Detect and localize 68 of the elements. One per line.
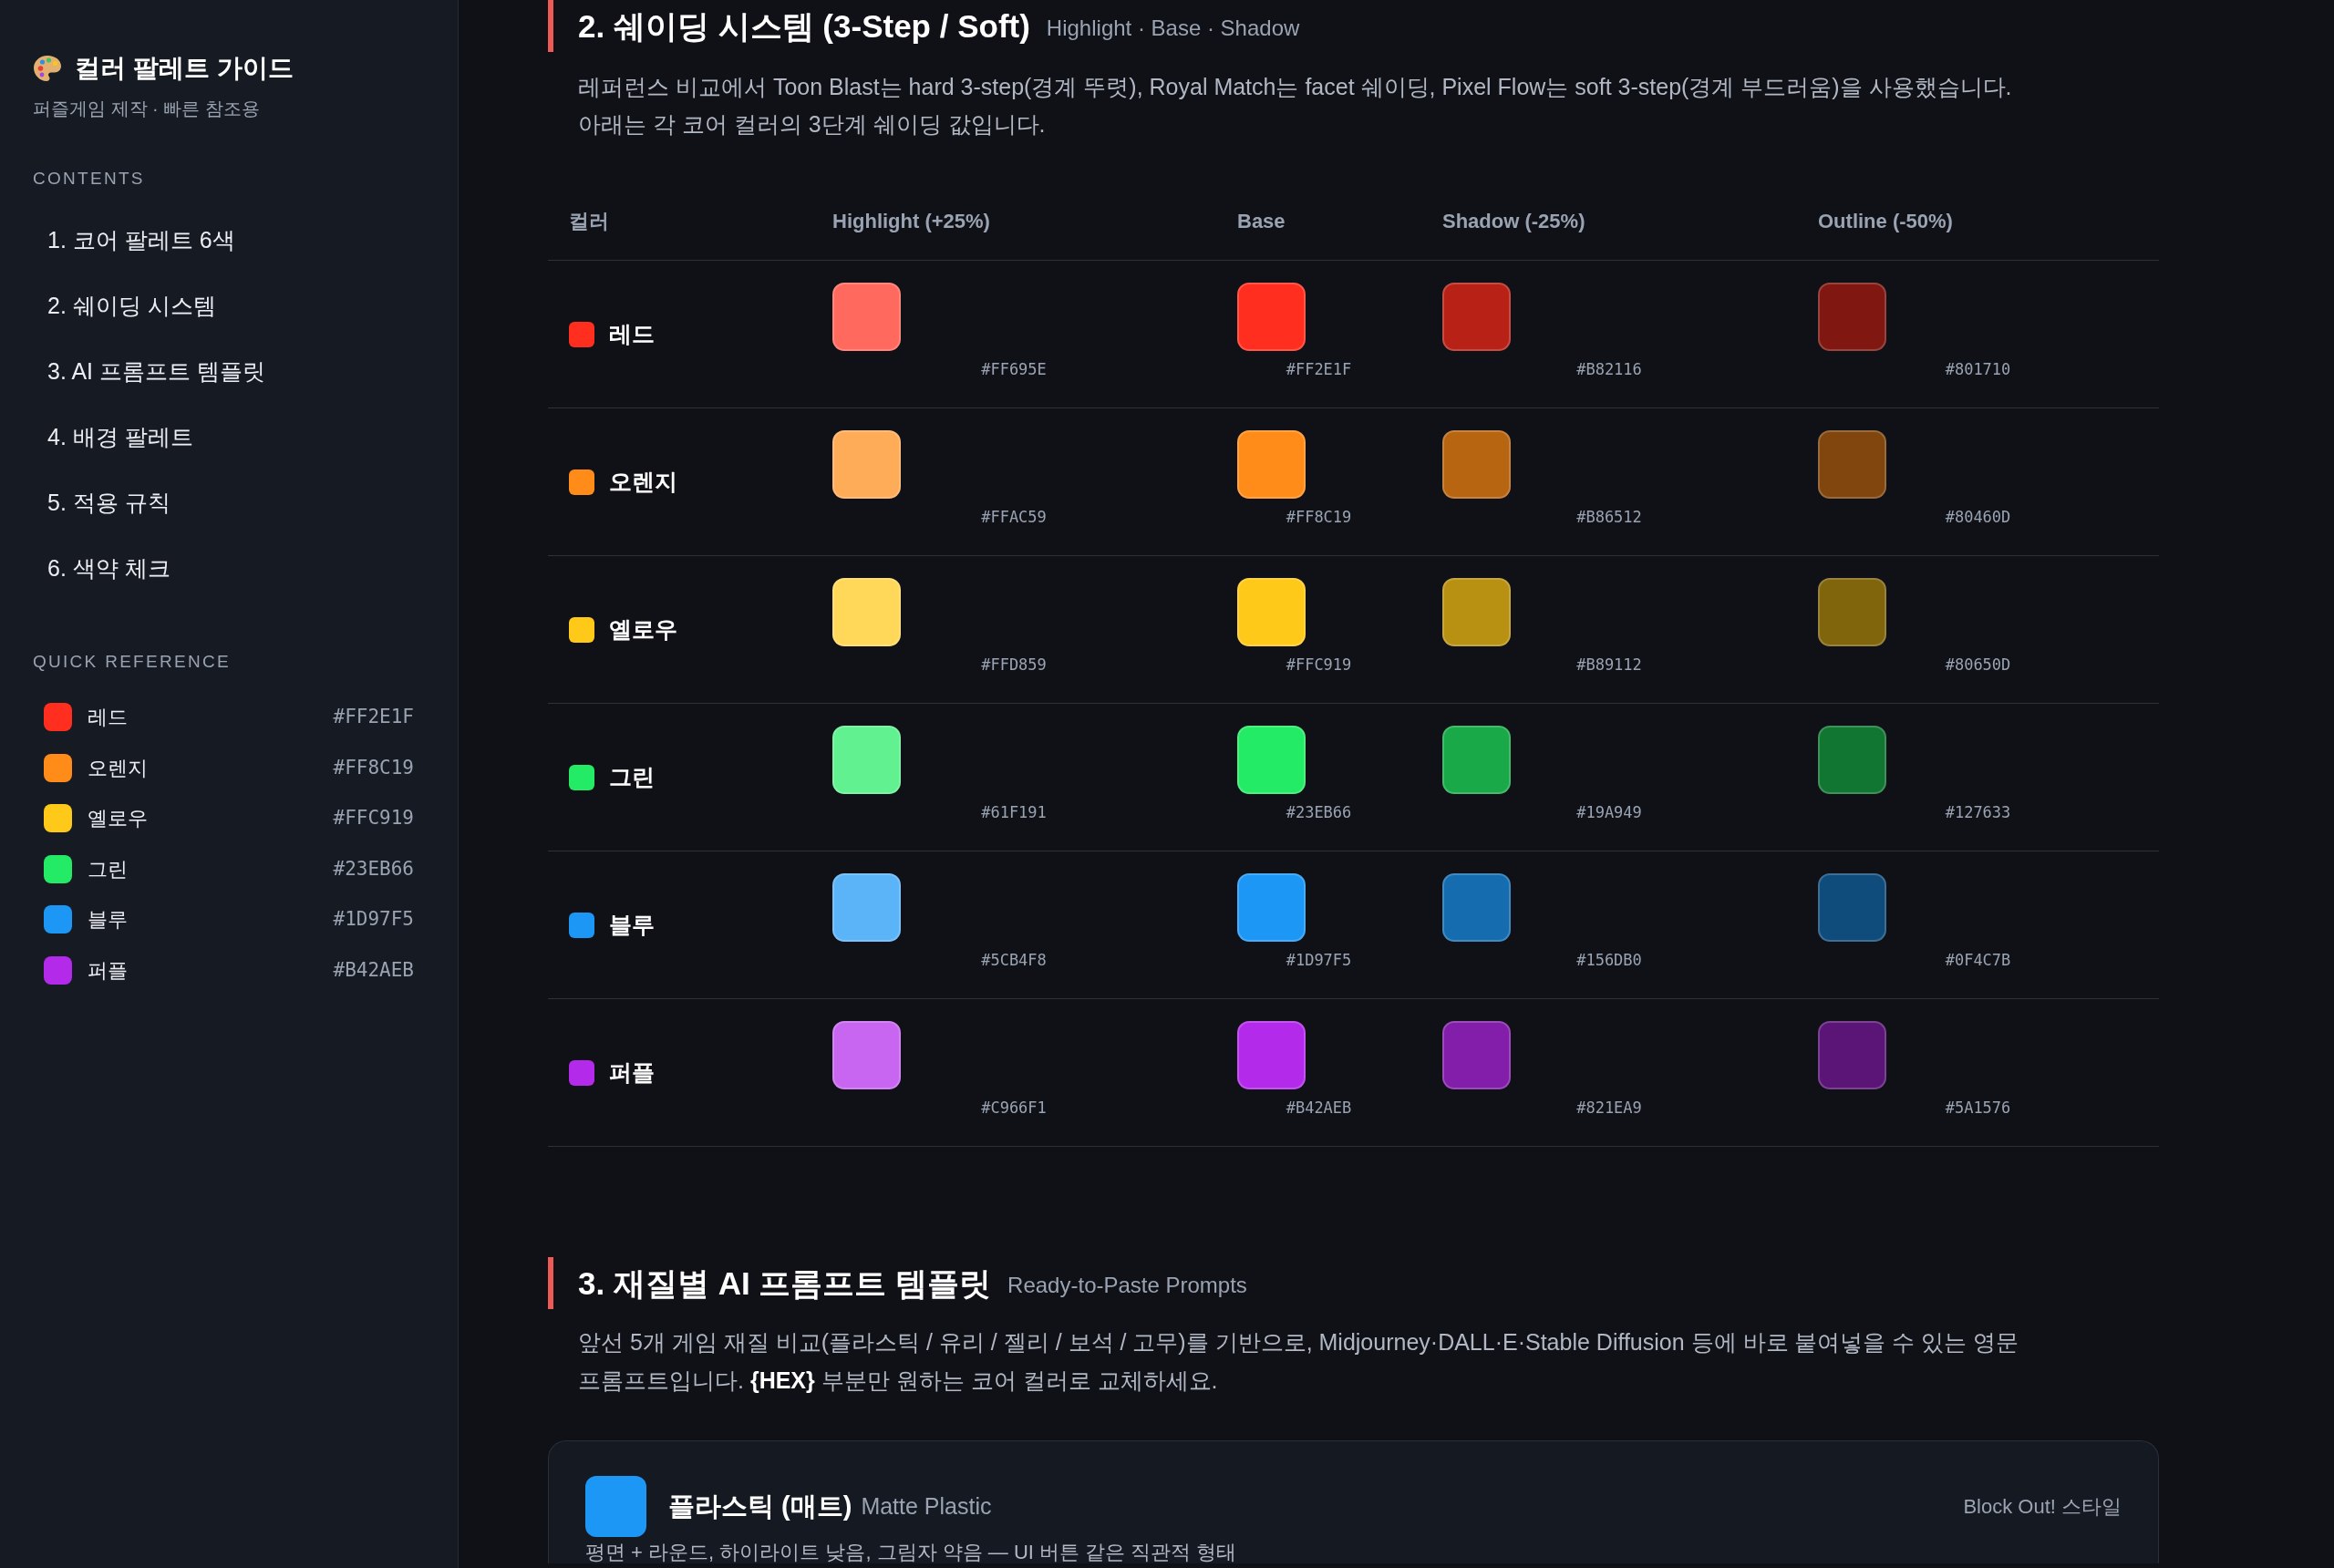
hex-code: #127633: [1945, 802, 2011, 822]
hex-code: #FF8C19: [333, 755, 414, 780]
hex-code: #FF2E1F: [333, 705, 414, 729]
hex-code: #FFAC59: [981, 507, 1047, 527]
hex-code: #80460D: [1945, 507, 2011, 527]
hex-code: #1D97F5: [1286, 950, 1352, 970]
hex-code: #FF8C19: [1286, 507, 1352, 527]
color-name: 퍼플: [88, 957, 128, 984]
hex-code: #B82116: [1576, 359, 1642, 379]
card-subtitle: Matte Plastic: [861, 1491, 992, 1521]
hex-code: #23EB66: [1286, 802, 1352, 822]
nav-link[interactable]: 2. 쉐이딩 시스템: [33, 273, 425, 339]
card-title: 플라스틱 (매트): [668, 1490, 852, 1522]
color-name: 레드: [609, 319, 655, 348]
card-description: 평면 + 라운드, 하이라이트 낮음, 그림자 약음 — UI 버튼 같은 직관적 형태: [585, 1542, 1238, 1563]
section-description: 앞선 5개 게임 재질 비교(플라스틱 / 유리 / 젤리 / 보석 / 고무)를 기반으로, Midjourney·DALL·E·Stable Diffusion 등에 바로 붙여넣을 수 있는 영문 프롬프트입니다. {HEX} 부분만 원하는 코어 컬러로 교체하세요.: [578, 1328, 2020, 1395]
hex-code: #B42AEB: [1286, 1098, 1352, 1118]
hex-code: #1D97F5: [333, 907, 414, 932]
color-name: 블루: [609, 910, 655, 939]
color-name: 오렌지: [609, 467, 677, 496]
nav-link[interactable]: 1. 코어 팔레트 6색: [33, 208, 425, 273]
hex-code: #5CB4F8: [981, 950, 1047, 970]
hex-code: #19A949: [1576, 802, 1642, 822]
color-name: 그린: [609, 762, 655, 791]
column-header: Base: [1236, 208, 1286, 234]
hex-code: #FFD859: [981, 655, 1047, 675]
color-name: 옐로우: [609, 614, 677, 644]
color-name: 레드: [88, 705, 128, 731]
hex-code: #FF2E1F: [1286, 359, 1352, 379]
hex-code: #156DB0: [1576, 950, 1642, 970]
hex-code: #80650D: [1945, 655, 2011, 675]
color-name: 퍼플: [609, 1057, 655, 1087]
hex-code: #C966F1: [981, 1098, 1047, 1118]
color-name: 오렌지: [88, 755, 148, 781]
section-heading: QUICK REFERENCE: [33, 651, 232, 673]
nav-link[interactable]: 3. AI 프롬프트 템플릿: [33, 339, 425, 405]
hex-code: #FF695E: [981, 359, 1047, 379]
sidebar-title: 컬러 팔레트 가이드: [75, 54, 294, 83]
section-subtitle: Highlight · Base · Shadow: [1046, 14, 1300, 42]
nav-link[interactable]: 4. 배경 팔레트: [33, 405, 425, 470]
column-header: Highlight (+25%): [831, 208, 991, 234]
hex-code: #0F4C7B: [1945, 950, 2011, 970]
column-header: Shadow (-25%): [1441, 208, 1586, 234]
section-heading: CONTENTS: [33, 168, 146, 190]
hex-code: #B42AEB: [333, 957, 414, 983]
hex-code: #FFC919: [333, 806, 414, 830]
hex-code: #B89112: [1576, 655, 1642, 675]
section-title: 2. 쉐이딩 시스템 (3-Step / Soft): [578, 6, 1030, 46]
hex-code: #23EB66: [333, 856, 414, 882]
nav-link[interactable]: 6. 색약 체크: [33, 536, 425, 602]
sidebar-subtitle: 퍼즐게임 제작 · 빠른 참조용: [33, 98, 261, 119]
hex-code: #B86512: [1576, 507, 1642, 527]
palette-icon: [33, 55, 62, 82]
hex-code: #FFC919: [1286, 655, 1352, 675]
color-name: 블루: [88, 907, 128, 934]
hex-code: #5A1576: [1945, 1098, 2011, 1118]
section-title: 3. 재질별 AI 프롬프트 템플릿: [578, 1264, 992, 1303]
section-description: 레퍼런스 비교에서 Toon Blast는 hard 3-step(경계 뚜렷), Royal Match는 facet 쉐이딩, Pixel Flow는 soft 3-step(경계 부드러움)을 사용했습니다. 아래는 각 코어 컬러의 3단계 쉐이딩 값입니다.: [578, 73, 2013, 139]
color-name: 그린: [88, 856, 128, 882]
hex-code: #801710: [1945, 359, 2011, 379]
hex-code: #821EA9: [1576, 1098, 1642, 1118]
color-name: 옐로우: [88, 806, 148, 832]
hex-code: #61F191: [981, 802, 1047, 822]
column-header: Outline (-50%): [1817, 208, 1954, 234]
card-tag: Block Out! 스타일: [1963, 1491, 2122, 1522]
column-header: 컬러: [568, 208, 610, 234]
nav-link[interactable]: 5. 적용 규칙: [33, 470, 425, 536]
section-subtitle: Ready-to-Paste Prompts: [1007, 1271, 1247, 1299]
